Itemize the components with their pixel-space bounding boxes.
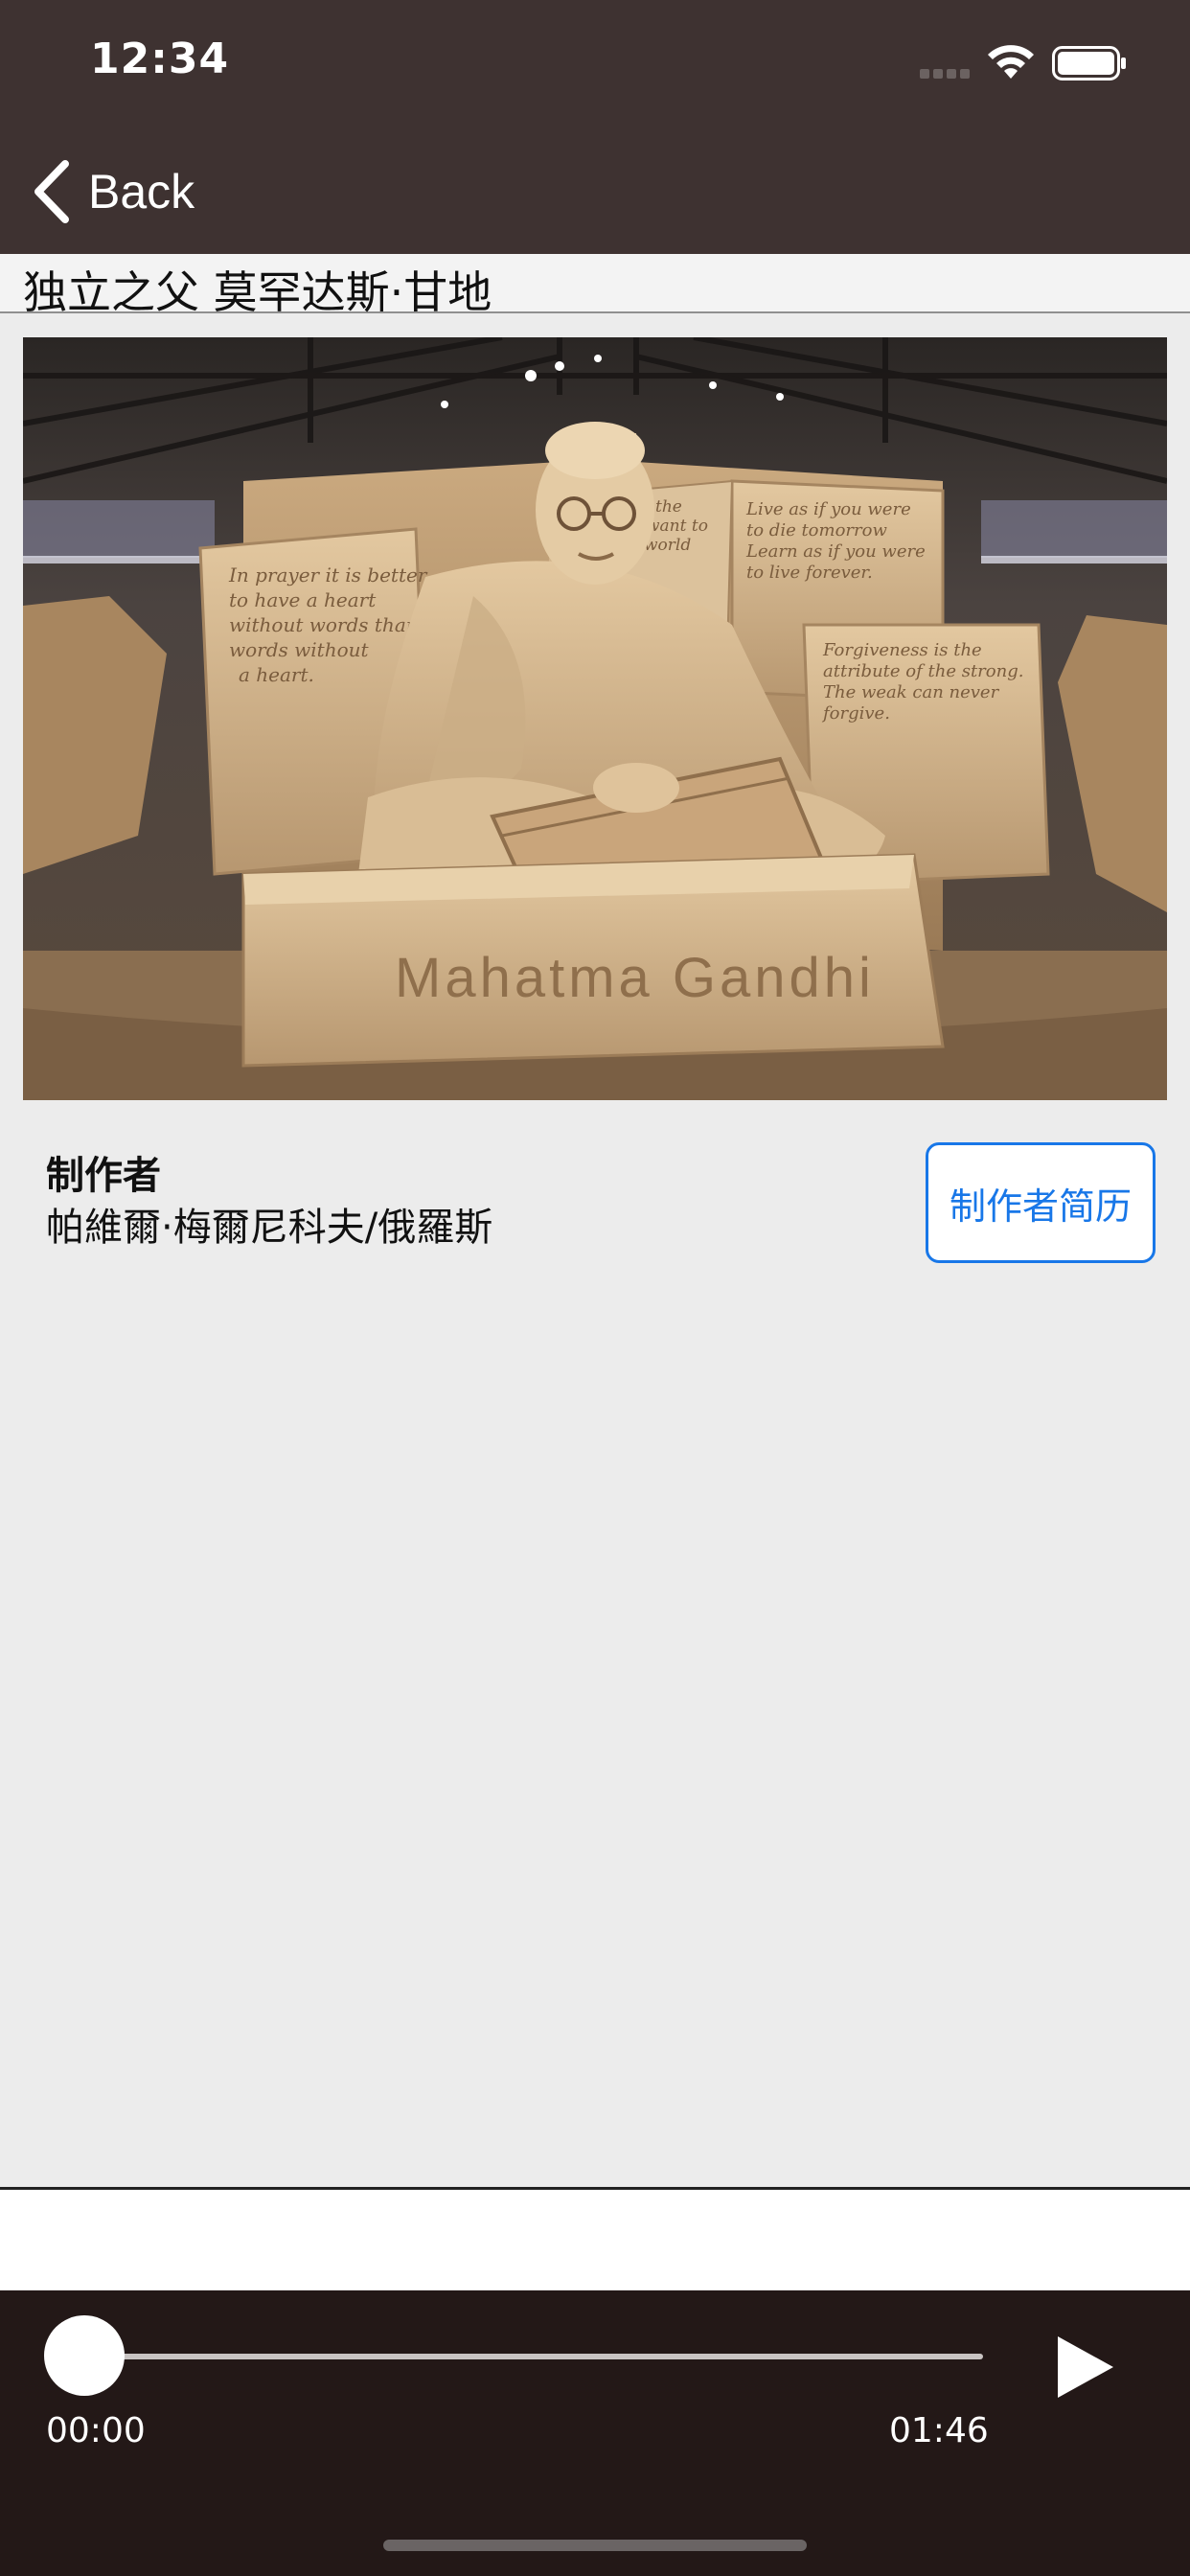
quote-right-bottom-line-1: Forgiveness is the — [822, 640, 982, 660]
play-icon[interactable] — [1054, 2333, 1117, 2402]
home-indicator — [383, 2540, 807, 2551]
creator-name: 帕維爾·梅爾尼科夫/俄羅斯 — [46, 1206, 493, 1250]
quote-center-line-1: the — [655, 497, 682, 517]
creator-heading: 制作者 — [46, 1154, 161, 1198]
audio-player: 00:00 01:46 — [0, 2290, 1190, 2576]
quote-center-line-3: world — [644, 536, 691, 555]
quote-right-top-line-4: to live forever. — [746, 563, 873, 583]
battery-icon — [1052, 46, 1126, 80]
quote-right-top-line-2: to die tomorrow — [746, 520, 887, 540]
page-title: 独立之父 莫罕达斯·甘地 — [23, 266, 492, 318]
chevron-left-icon — [34, 160, 69, 223]
progress-thumb[interactable] — [44, 2315, 125, 2396]
total-time: 01:46 — [889, 2411, 989, 2450]
wifi-icon — [988, 45, 1034, 79]
sand-sculpture-illustration: In prayer it is better to have a heart w… — [23, 337, 1167, 1100]
current-time: 00:00 — [46, 2411, 146, 2450]
quote-right-bottom-line-2: attribute of the strong. — [823, 661, 1023, 681]
quote-right-top-line-1: Live as if you were — [745, 499, 911, 519]
pedestal-inscription: Mahatma Gandhi — [395, 947, 875, 1009]
title-strip: 独立之父 莫罕达斯·甘地 — [0, 254, 1190, 318]
quote-right-bottom-line-3: The weak can never — [823, 682, 1000, 702]
quote-left-line-1: In prayer it is better — [228, 564, 428, 586]
top-bar: 12:34 Back — [0, 0, 1190, 254]
player-divider-area — [0, 2187, 1190, 2290]
quote-left-line-2: to have a heart — [229, 588, 377, 611]
quote-center-line-2: want to — [646, 517, 708, 536]
quote-left-line-3: without words than — [229, 613, 419, 636]
back-label: Back — [88, 165, 195, 218]
quote-left-line-4: words without — [229, 638, 370, 661]
status-time: 12:34 — [90, 34, 230, 83]
artwork-image: In prayer it is better to have a heart w… — [23, 337, 1167, 1100]
quote-right-bottom-line-4: forgive. — [821, 703, 890, 724]
back-button[interactable]: Back — [33, 153, 195, 230]
quote-left-line-5: a heart. — [239, 663, 314, 686]
quote-right-top-line-3: Learn as if you were — [745, 541, 926, 562]
creator-bio-button[interactable]: 制作者简历 — [926, 1142, 1156, 1263]
cellular-signal-icon — [920, 69, 973, 80]
progress-track[interactable] — [84, 2354, 983, 2359]
